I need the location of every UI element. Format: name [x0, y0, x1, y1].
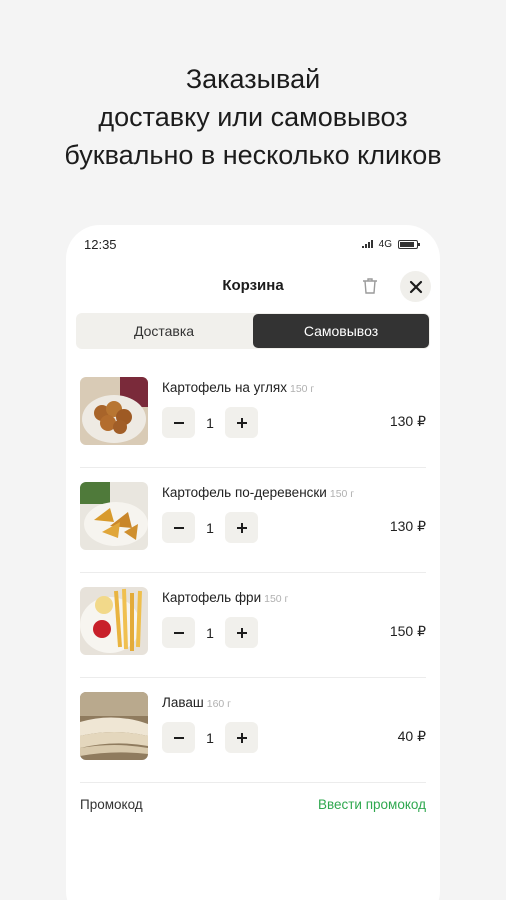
- plus-icon: [236, 522, 247, 533]
- decrease-button[interactable]: [162, 512, 195, 543]
- cart-item: Картофель по-деревенски 150 г 1 130 ₽: [80, 468, 426, 573]
- item-price: 40 ₽: [397, 728, 426, 744]
- cart-header: Корзина: [66, 270, 440, 302]
- headline-line-3: буквально в несколько кликов: [64, 140, 442, 170]
- status-bar: 12:35 4G: [84, 236, 420, 252]
- item-name: Картофель на углях: [162, 380, 287, 395]
- cart-items-list: Картофель на углях 150 г 1 130 ₽ Картофе…: [80, 363, 426, 783]
- quantity-stepper: 1: [162, 722, 258, 753]
- quantity-value: 1: [206, 729, 214, 746]
- minus-icon: [173, 631, 184, 634]
- item-price: 130 ₽: [389, 518, 426, 534]
- decrease-button[interactable]: [162, 617, 195, 648]
- cart-item: Лаваш 160 г 1 40 ₽: [80, 678, 426, 783]
- close-icon: [409, 280, 422, 293]
- quantity-value: 1: [206, 414, 214, 431]
- item-title: Лаваш 160 г: [162, 695, 231, 710]
- promo-headline: Заказывай доставку или самовывоз букваль…: [0, 60, 506, 174]
- quantity-stepper: 1: [162, 512, 258, 543]
- plus-icon: [236, 732, 247, 743]
- enter-promo-link[interactable]: Ввести промокод: [318, 797, 426, 812]
- increase-button[interactable]: [225, 617, 258, 648]
- item-price: 150 ₽: [389, 623, 426, 639]
- page-title: Корзина: [222, 277, 284, 294]
- minus-icon: [173, 421, 184, 424]
- increase-button[interactable]: [225, 722, 258, 753]
- item-image: [80, 482, 148, 550]
- item-weight: 160 г: [206, 698, 232, 710]
- status-time: 12:35: [84, 236, 117, 252]
- cart-item: Картофель фри 150 г 1 150 ₽: [80, 573, 426, 678]
- minus-icon: [173, 526, 184, 529]
- tab-delivery[interactable]: Доставка: [76, 313, 252, 349]
- headline-line-2: доставку или самовывоз: [98, 102, 408, 132]
- network-type: 4G: [378, 238, 392, 250]
- item-name: Картофель фри: [162, 590, 262, 605]
- increase-button[interactable]: [225, 407, 258, 438]
- phone-frame: 12:35 4G Корзина Доставка Самовывоз Карт…: [66, 225, 440, 900]
- quantity-value: 1: [206, 624, 214, 641]
- plus-icon: [236, 417, 247, 428]
- status-icons: 4G: [361, 238, 420, 250]
- promo-label: Промокод: [80, 797, 143, 812]
- item-title: Картофель фри 150 г: [162, 590, 288, 605]
- item-image: [80, 692, 148, 760]
- quantity-value: 1: [206, 519, 214, 536]
- item-image: [80, 377, 148, 445]
- cart-item: Картофель на углях 150 г 1 130 ₽: [80, 363, 426, 468]
- close-button[interactable]: [400, 271, 431, 302]
- item-title: Картофель на углях 150 г: [162, 380, 314, 395]
- increase-button[interactable]: [225, 512, 258, 543]
- tab-pickup[interactable]: Самовывоз: [253, 314, 429, 348]
- item-weight: 150 г: [329, 488, 355, 500]
- headline-line-1: Заказывай: [185, 64, 321, 94]
- item-title: Картофель по-деревенски 150 г: [162, 485, 354, 500]
- item-name: Картофель по-деревенски: [162, 485, 327, 500]
- item-weight: 150 г: [264, 593, 289, 605]
- item-image: [80, 587, 148, 655]
- quantity-stepper: 1: [162, 407, 258, 438]
- item-price: 130 ₽: [389, 413, 426, 429]
- item-weight: 150 г: [289, 383, 315, 395]
- battery-icon: [398, 239, 420, 249]
- quantity-stepper: 1: [162, 617, 258, 648]
- plus-icon: [236, 627, 247, 638]
- promo-row: Промокод Ввести промокод: [80, 797, 426, 812]
- signal-icon: [361, 240, 373, 248]
- trash-icon[interactable]: [360, 276, 380, 296]
- delivery-mode-tabs: Доставка Самовывоз: [76, 313, 430, 349]
- item-name: Лаваш: [162, 695, 204, 710]
- decrease-button[interactable]: [162, 407, 195, 438]
- minus-icon: [173, 736, 184, 739]
- decrease-button[interactable]: [162, 722, 195, 753]
